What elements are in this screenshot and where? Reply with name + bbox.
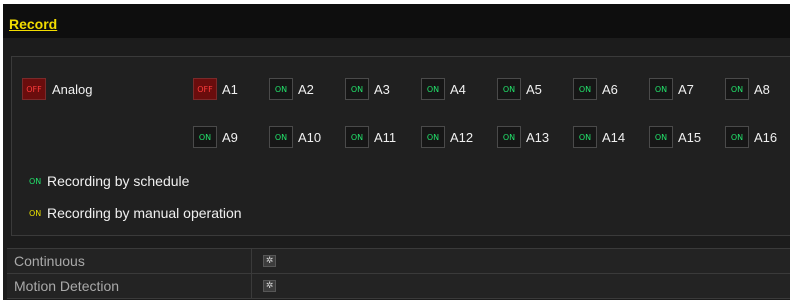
channel-a1-toggle[interactable]: OFF <box>193 78 217 100</box>
channel-a14-label: A14 <box>602 130 626 145</box>
channel-a8-toggle[interactable]: ON <box>725 78 749 100</box>
channel-a1-label: A1 <box>222 82 238 97</box>
legend-manual-text: Recording by manual operation <box>47 205 242 221</box>
analog-toggle-button[interactable]: OFF <box>22 78 46 100</box>
column-divider <box>251 274 252 298</box>
manual-on-icon: ON <box>29 208 42 218</box>
record-window: Record OFF Analog OFF A1 ON A2 ON A3 ON … <box>3 4 790 300</box>
channel-a4-toggle[interactable]: ON <box>421 78 445 100</box>
legend-schedule-text: Recording by schedule <box>47 173 190 189</box>
channel-a16-toggle[interactable]: ON <box>725 126 749 148</box>
channel-a15-label: A15 <box>678 130 702 145</box>
legend-manual: ON Recording by manual operation <box>29 205 242 221</box>
channel-a7-label: A7 <box>678 82 694 97</box>
channel-a16-label: A16 <box>754 130 778 145</box>
channel-a4-label: A4 <box>450 82 466 97</box>
channel-a14-toggle[interactable]: ON <box>573 126 597 148</box>
channel-a6-toggle[interactable]: ON <box>573 78 597 100</box>
channel-a6-label: A6 <box>602 82 618 97</box>
channel-a8-label: A8 <box>754 82 770 97</box>
channel-a11-label: A11 <box>374 130 397 145</box>
mode-motion-detection-label: Motion Detection <box>14 278 120 294</box>
channel-a11-toggle[interactable]: ON <box>345 126 369 148</box>
column-divider <box>251 249 252 273</box>
channel-a15-toggle[interactable]: ON <box>649 126 673 148</box>
gear-icon[interactable]: ✲ <box>263 280 276 292</box>
legend-schedule: ON Recording by schedule <box>29 173 189 189</box>
channel-a7-toggle[interactable]: ON <box>649 78 673 100</box>
gear-icon[interactable]: ✲ <box>263 255 276 267</box>
channel-a9-toggle[interactable]: ON <box>193 126 217 148</box>
page-title: Record <box>9 16 58 32</box>
analog-label: Analog <box>52 82 93 97</box>
channel-a10-toggle[interactable]: ON <box>269 126 293 148</box>
channel-a5-toggle[interactable]: ON <box>497 78 521 100</box>
channel-a5-label: A5 <box>526 82 542 97</box>
channel-a13-label: A13 <box>526 130 550 145</box>
record-mode-table: Continuous ✲ Motion Detection ✲ <box>7 248 790 299</box>
title-bar: Record <box>3 4 790 38</box>
channel-panel: OFF Analog OFF A1 ON A2 ON A3 ON A4 ON A… <box>11 56 790 236</box>
channel-a13-toggle[interactable]: ON <box>497 126 521 148</box>
schedule-on-icon: ON <box>29 176 42 186</box>
table-row: Motion Detection ✲ <box>7 274 790 299</box>
table-row: Continuous ✲ <box>7 249 790 274</box>
channel-a9-label: A9 <box>222 130 238 145</box>
channel-a2-label: A2 <box>298 82 314 97</box>
channel-a10-label: A10 <box>298 130 322 145</box>
channel-a3-toggle[interactable]: ON <box>345 78 369 100</box>
channel-a3-label: A3 <box>374 82 390 97</box>
channel-a12-label: A12 <box>450 130 474 145</box>
channel-a12-toggle[interactable]: ON <box>421 126 445 148</box>
channel-a2-toggle[interactable]: ON <box>269 78 293 100</box>
mode-continuous-label: Continuous <box>14 253 85 269</box>
